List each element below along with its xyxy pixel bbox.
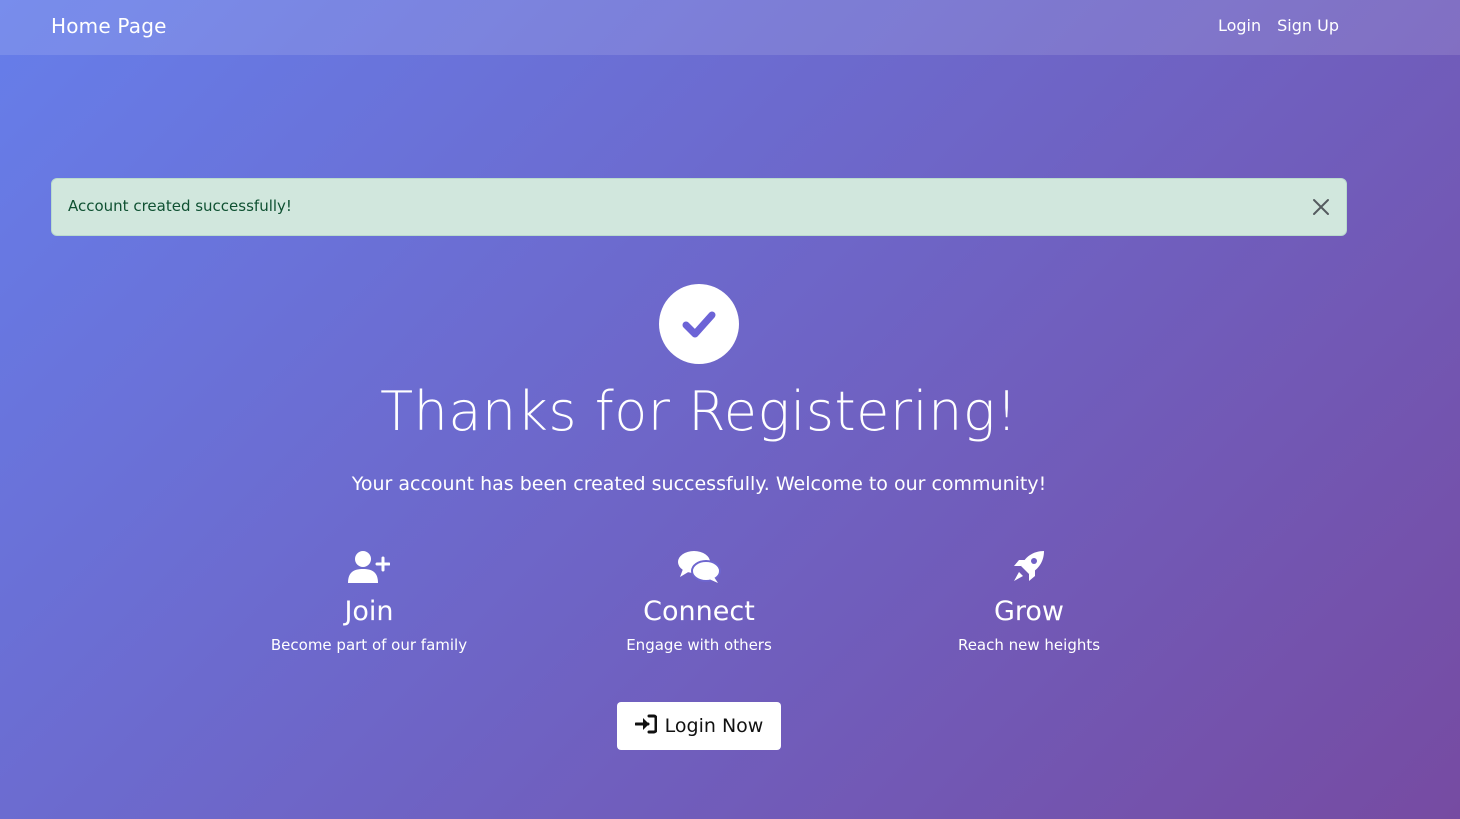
feature-title: Connect — [643, 596, 755, 627]
feature-description: Engage with others — [626, 636, 772, 655]
feature-title: Join — [344, 596, 394, 627]
rocket-icon — [879, 546, 1179, 584]
brand-link[interactable]: Home Page — [51, 14, 167, 38]
feature-join: Join Become part of our family — [219, 546, 519, 654]
user-plus-icon — [219, 546, 519, 584]
page-subtitle: Your account has been created successful… — [351, 472, 1047, 495]
feature-description: Reach new heights — [957, 636, 1101, 655]
success-alert: Account created successfully! — [51, 178, 1347, 236]
nav-links: Login Sign Up — [1218, 16, 1339, 35]
feature-grow: Grow Reach new heights — [879, 546, 1179, 654]
feature-description: Become part of our family — [270, 636, 468, 655]
feature-connect: Connect Engage with others — [549, 546, 849, 654]
nav-login-link[interactable]: Login — [1218, 16, 1261, 35]
hero: Thanks for Registering! Your account has… — [0, 284, 1398, 495]
page-title: Thanks for Registering! — [380, 380, 1018, 443]
close-icon[interactable] — [1310, 196, 1332, 218]
sign-in-icon — [634, 714, 658, 739]
login-now-button[interactable]: Login Now — [617, 702, 781, 750]
alert-message: Account created successfully! — [68, 197, 292, 215]
nav-signup-link[interactable]: Sign Up — [1277, 16, 1339, 35]
comments-icon — [549, 546, 849, 584]
feature-title: Grow — [993, 596, 1065, 627]
check-circle-icon — [659, 284, 739, 364]
login-now-label: Login Now — [664, 715, 764, 737]
navbar: Home Page Login Sign Up — [0, 0, 1460, 55]
